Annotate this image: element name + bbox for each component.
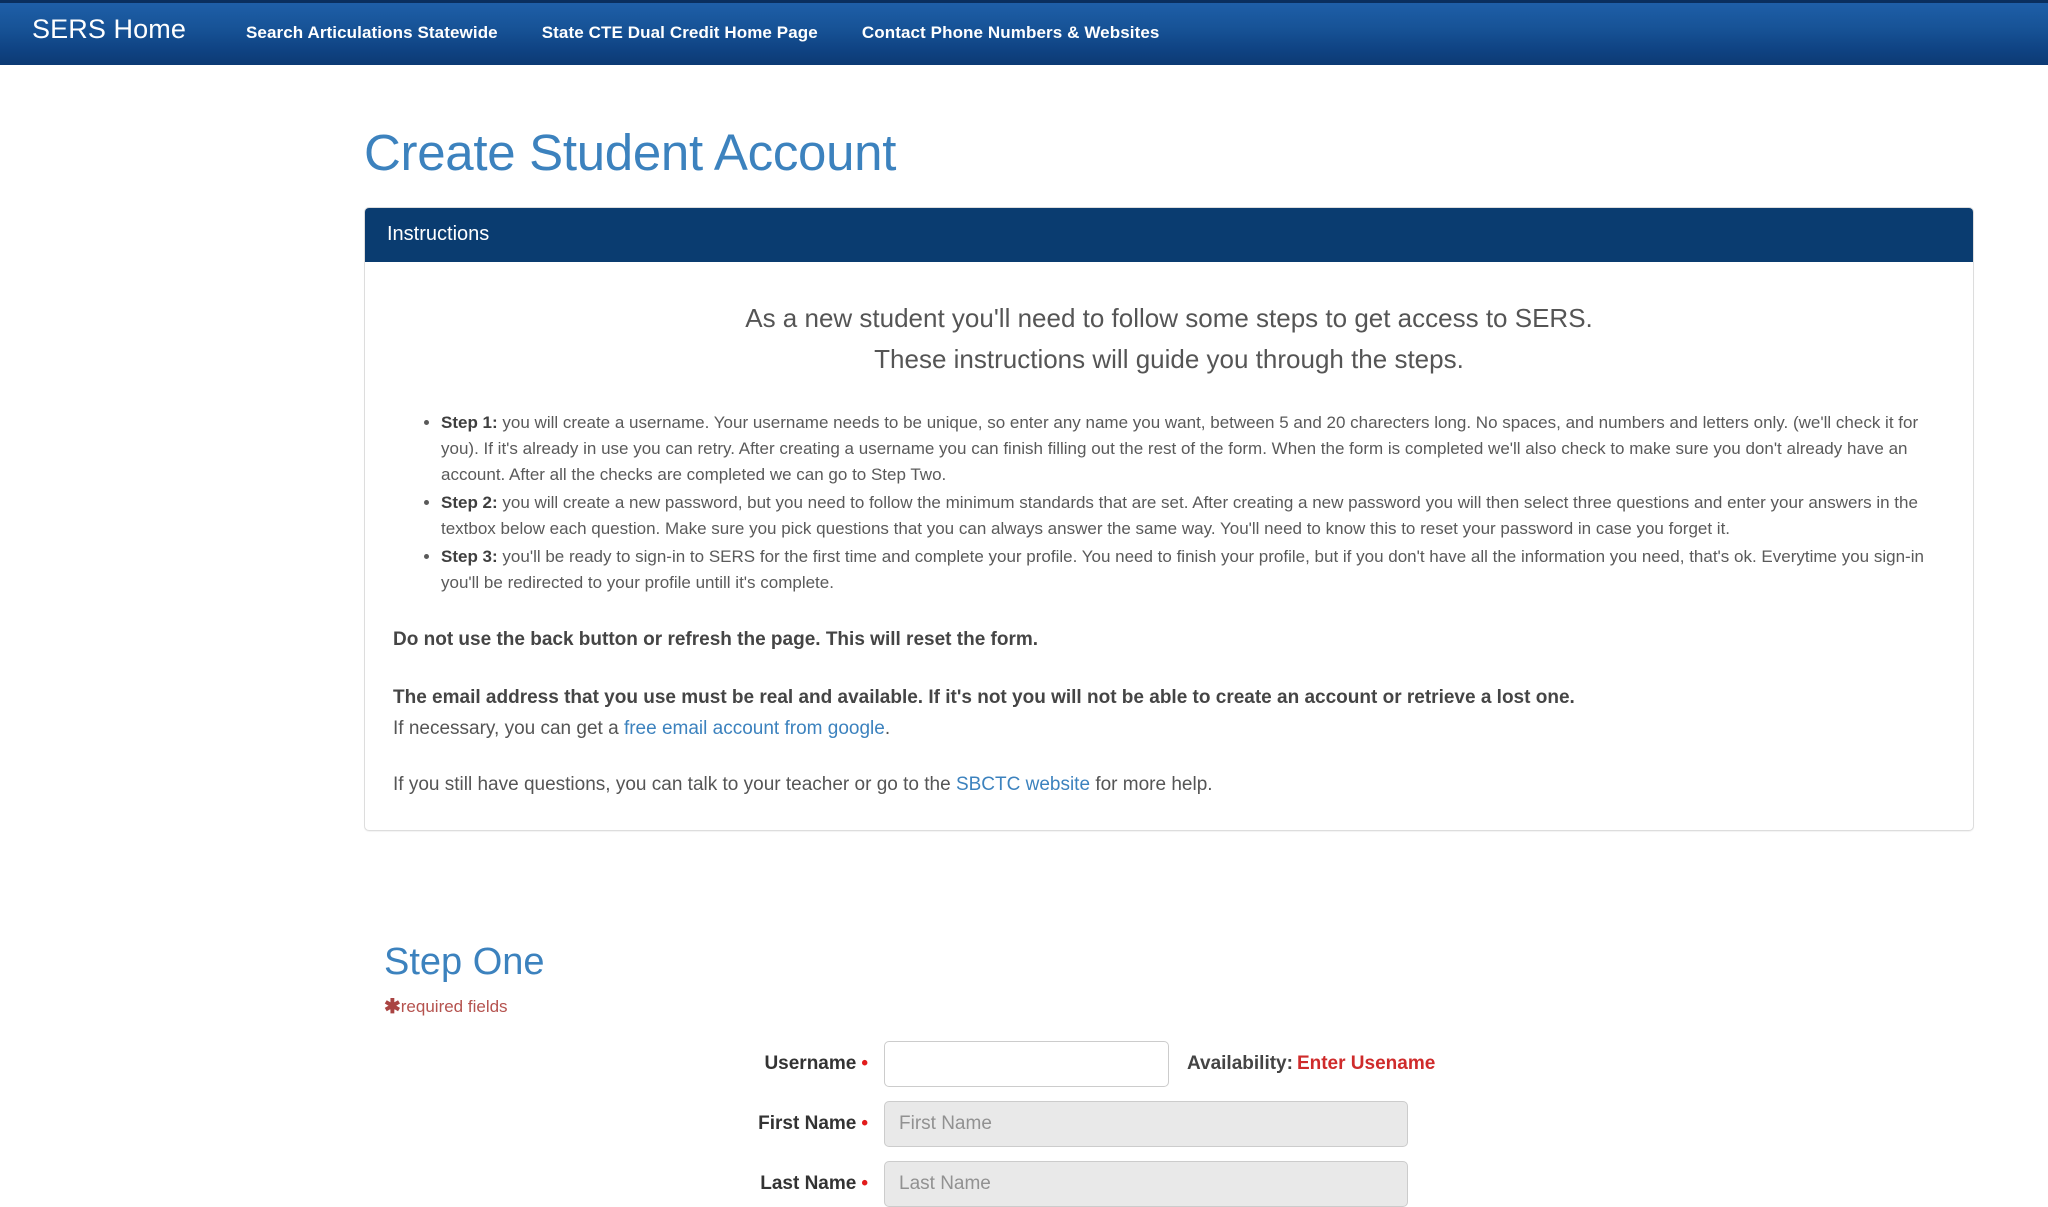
warning-email-address: The email address that you use must be r… — [393, 687, 1575, 708]
step-3-label: Step 3: — [441, 547, 498, 566]
instructions-lead-line-2: These instructions will guide you throug… — [874, 344, 1464, 374]
first-name-label: First Name • — [364, 1112, 884, 1136]
instructions-panel: Instructions As a new student you'll nee… — [364, 207, 1974, 831]
step-3-text: you'll be ready to sign-in to SERS for t… — [441, 547, 1924, 592]
form-row-first-name: First Name • — [364, 1101, 1996, 1147]
required-fields-label: required fields — [400, 997, 508, 1016]
step-1-text: you will create a username. Your usernam… — [441, 413, 1919, 484]
username-label: Username • — [364, 1052, 884, 1076]
list-item: Step 1: you will create a username. Your… — [441, 410, 1945, 488]
create-student-account-form: Username • Availability: Enter Usename Fir… — [364, 1041, 1996, 1207]
questions-paragraph: If you still have questions, you can tal… — [393, 770, 1945, 800]
last-name-required-dot: • — [861, 1173, 868, 1194]
instructions-lead: As a new student you'll need to follow s… — [393, 298, 1945, 380]
page-title: Create Student Account — [364, 124, 897, 181]
form-row-username: Username • Availability: Enter Usename — [364, 1041, 1996, 1087]
instructions-panel-body: As a new student you'll need to follow s… — [365, 262, 1973, 830]
instructions-panel-header: Instructions — [365, 208, 1973, 262]
last-name-input[interactable] — [884, 1161, 1408, 1207]
availability-label: Availability: — [1187, 1053, 1293, 1074]
form-row-last-name: Last Name • — [364, 1161, 1996, 1207]
username-label-text: Username — [764, 1053, 857, 1074]
username-availability: Availability: Enter Usename — [1169, 1052, 1435, 1076]
step-one-heading: Step One — [384, 941, 545, 983]
instructions-lead-line-1: As a new student you'll need to follow s… — [745, 303, 1593, 333]
instructions-step-list: Step 1: you will create a username. Your… — [393, 410, 1945, 596]
top-navigation-bar: SERS Home Search Articulations Statewide… — [0, 0, 2048, 65]
questions-suffix: for more help. — [1090, 774, 1213, 795]
list-item: Step 2: you will create a new password, … — [441, 490, 1945, 542]
username-input[interactable] — [884, 1041, 1169, 1087]
username-required-dot: • — [861, 1053, 868, 1074]
nav-brand-sers-home[interactable]: SERS Home — [16, 9, 202, 49]
required-fields-note: ✱required fields — [364, 995, 1996, 1019]
warning-back-button: Do not use the back button or refresh th… — [393, 629, 1039, 650]
required-asterisk-icon: ✱ — [384, 996, 401, 1018]
page-container: Create Student Account Instructions As a… — [0, 65, 2048, 1207]
step-2-text: you will create a new password, but you … — [441, 493, 1918, 538]
nav-link-search-articulations[interactable]: Search Articulations Statewide — [224, 9, 520, 53]
status-badge: Enter Usename — [1296, 1053, 1436, 1074]
email-help-paragraph: If necessary, you can get a free email a… — [393, 714, 1945, 744]
first-name-label-text: First Name — [758, 1113, 857, 1134]
free-email-google-link[interactable]: free email account from google — [624, 718, 885, 739]
first-name-input[interactable] — [884, 1101, 1408, 1147]
email-help-prefix: If necessary, you can get a — [393, 718, 624, 739]
nav-link-state-cte-dual-credit[interactable]: State CTE Dual Credit Home Page — [520, 9, 840, 53]
last-name-label-text: Last Name — [760, 1173, 857, 1194]
questions-prefix: If you still have questions, you can tal… — [393, 774, 956, 795]
first-name-required-dot: • — [861, 1113, 868, 1134]
nav-link-contact-phone-numbers[interactable]: Contact Phone Numbers & Websites — [840, 9, 1182, 53]
sbctc-website-link[interactable]: SBCTC website — [956, 774, 1090, 795]
step-2-label: Step 2: — [441, 493, 498, 512]
email-help-suffix: . — [884, 718, 891, 739]
step-1-label: Step 1: — [441, 413, 498, 432]
last-name-label: Last Name • — [364, 1172, 884, 1196]
list-item: Step 3: you'll be ready to sign-in to SE… — [441, 544, 1945, 596]
